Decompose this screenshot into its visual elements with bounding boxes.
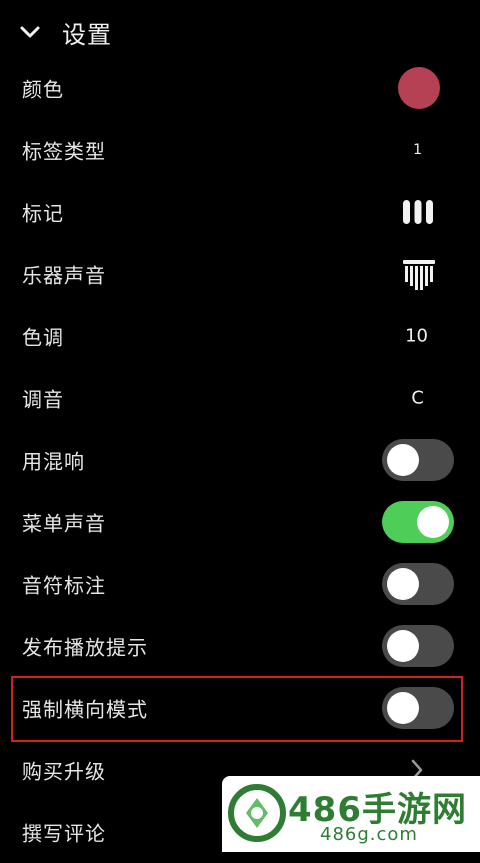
highlight-frame bbox=[11, 676, 463, 742]
toggle-knob bbox=[387, 444, 419, 476]
page-title: 设置 bbox=[62, 21, 112, 49]
kalimba-icon bbox=[403, 260, 435, 290]
color-swatch[interactable] bbox=[398, 67, 440, 109]
setting-row-color[interactable]: 颜色 bbox=[0, 57, 480, 119]
reverb-toggle[interactable] bbox=[382, 439, 454, 481]
setting-row-menu-sound: 菜单声音 bbox=[0, 491, 480, 553]
setting-row-marker[interactable]: 标记 bbox=[0, 181, 480, 243]
setting-value: 10 bbox=[405, 325, 428, 347]
setting-row-tuning[interactable]: 调音 C bbox=[0, 367, 480, 429]
note-labels-toggle[interactable] bbox=[382, 563, 454, 605]
setting-row-reverb: 用混响 bbox=[0, 429, 480, 491]
chevron-down-icon[interactable] bbox=[18, 20, 42, 44]
setting-label: 色调 bbox=[22, 325, 64, 350]
setting-label: 标签类型 bbox=[22, 139, 106, 164]
watermark-domain: 486g.com bbox=[320, 824, 418, 845]
setting-label: 购买升级 bbox=[22, 759, 106, 784]
setting-label: 用混响 bbox=[22, 449, 85, 474]
toggle-knob bbox=[417, 506, 449, 538]
settings-header: 设置 bbox=[0, 0, 480, 62]
setting-value: 1 bbox=[413, 142, 422, 158]
setting-row-label-type[interactable]: 标签类型 1 bbox=[0, 119, 480, 181]
menu-sound-toggle[interactable] bbox=[382, 501, 454, 543]
setting-value: C bbox=[411, 387, 424, 409]
setting-row-playback-tips: 发布播放提示 bbox=[0, 615, 480, 677]
setting-label: 乐器声音 bbox=[22, 263, 106, 288]
setting-label: 发布播放提示 bbox=[22, 635, 148, 660]
setting-row-instrument-sound[interactable]: 乐器声音 bbox=[0, 243, 480, 305]
setting-label: 菜单声音 bbox=[22, 511, 106, 536]
setting-label: 调音 bbox=[22, 387, 64, 412]
setting-label: 颜色 bbox=[22, 77, 64, 102]
playback-tips-toggle[interactable] bbox=[382, 625, 454, 667]
toggle-knob bbox=[387, 630, 419, 662]
setting-row-note-labels: 音符标注 bbox=[0, 553, 480, 615]
setting-label: 标记 bbox=[22, 201, 64, 226]
watermark: 486手游网 486g.com bbox=[222, 776, 480, 852]
watermark-logo-icon bbox=[228, 784, 286, 842]
toggle-knob bbox=[387, 568, 419, 600]
setting-row-tone[interactable]: 色调 10 bbox=[0, 305, 480, 367]
setting-label: 撰写评论 bbox=[22, 821, 106, 846]
bars-icon bbox=[403, 200, 433, 224]
setting-label: 音符标注 bbox=[22, 573, 106, 598]
